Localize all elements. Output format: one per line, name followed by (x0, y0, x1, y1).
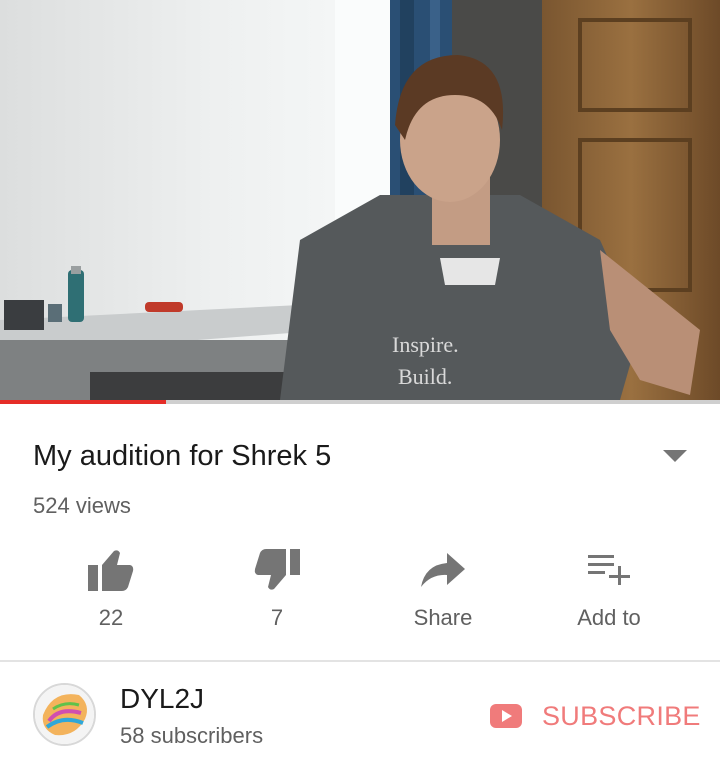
add-to-label: Add to (577, 605, 641, 630)
video-player[interactable]: Inspire. Build. (0, 0, 720, 400)
progress-played (0, 400, 166, 404)
thumb-up-icon (87, 546, 135, 594)
expand-description-button[interactable] (659, 446, 693, 466)
share-label: Share (413, 605, 473, 630)
shirt-text-line1: Inspire. (392, 332, 459, 357)
like-count: 22 (98, 605, 124, 630)
add-to-playlist-button[interactable]: Add to (526, 540, 692, 640)
chevron-down-icon (663, 450, 687, 462)
video-frame: Inspire. Build. (0, 0, 720, 400)
dislike-button[interactable]: 7 (194, 540, 360, 640)
share-button[interactable]: Share (360, 540, 526, 640)
channel-avatar[interactable] (33, 683, 96, 746)
action-bar: 22 7 Share Add to (28, 540, 692, 640)
section-divider (0, 660, 720, 662)
share-icon (419, 546, 467, 594)
playlist-add-icon (585, 546, 633, 594)
shirt-text-line2: Build. (398, 364, 452, 389)
view-count: 524 views (33, 493, 131, 518)
subscriber-count: 58 subscribers (120, 723, 264, 748)
subscribe-button[interactable]: SUBSCRIBE (490, 696, 701, 736)
video-title-row: My audition for Shrek 5 (33, 436, 693, 476)
channel-name[interactable]: DYL2J (120, 682, 204, 716)
subscribe-label: SUBSCRIBE (542, 701, 701, 731)
video-title: My audition for Shrek 5 (33, 440, 332, 472)
dislike-count: 7 (270, 605, 284, 630)
progress-bar[interactable] (0, 400, 720, 404)
youtube-icon (490, 704, 522, 728)
thumb-down-icon (253, 546, 301, 594)
like-button[interactable]: 22 (28, 540, 194, 640)
